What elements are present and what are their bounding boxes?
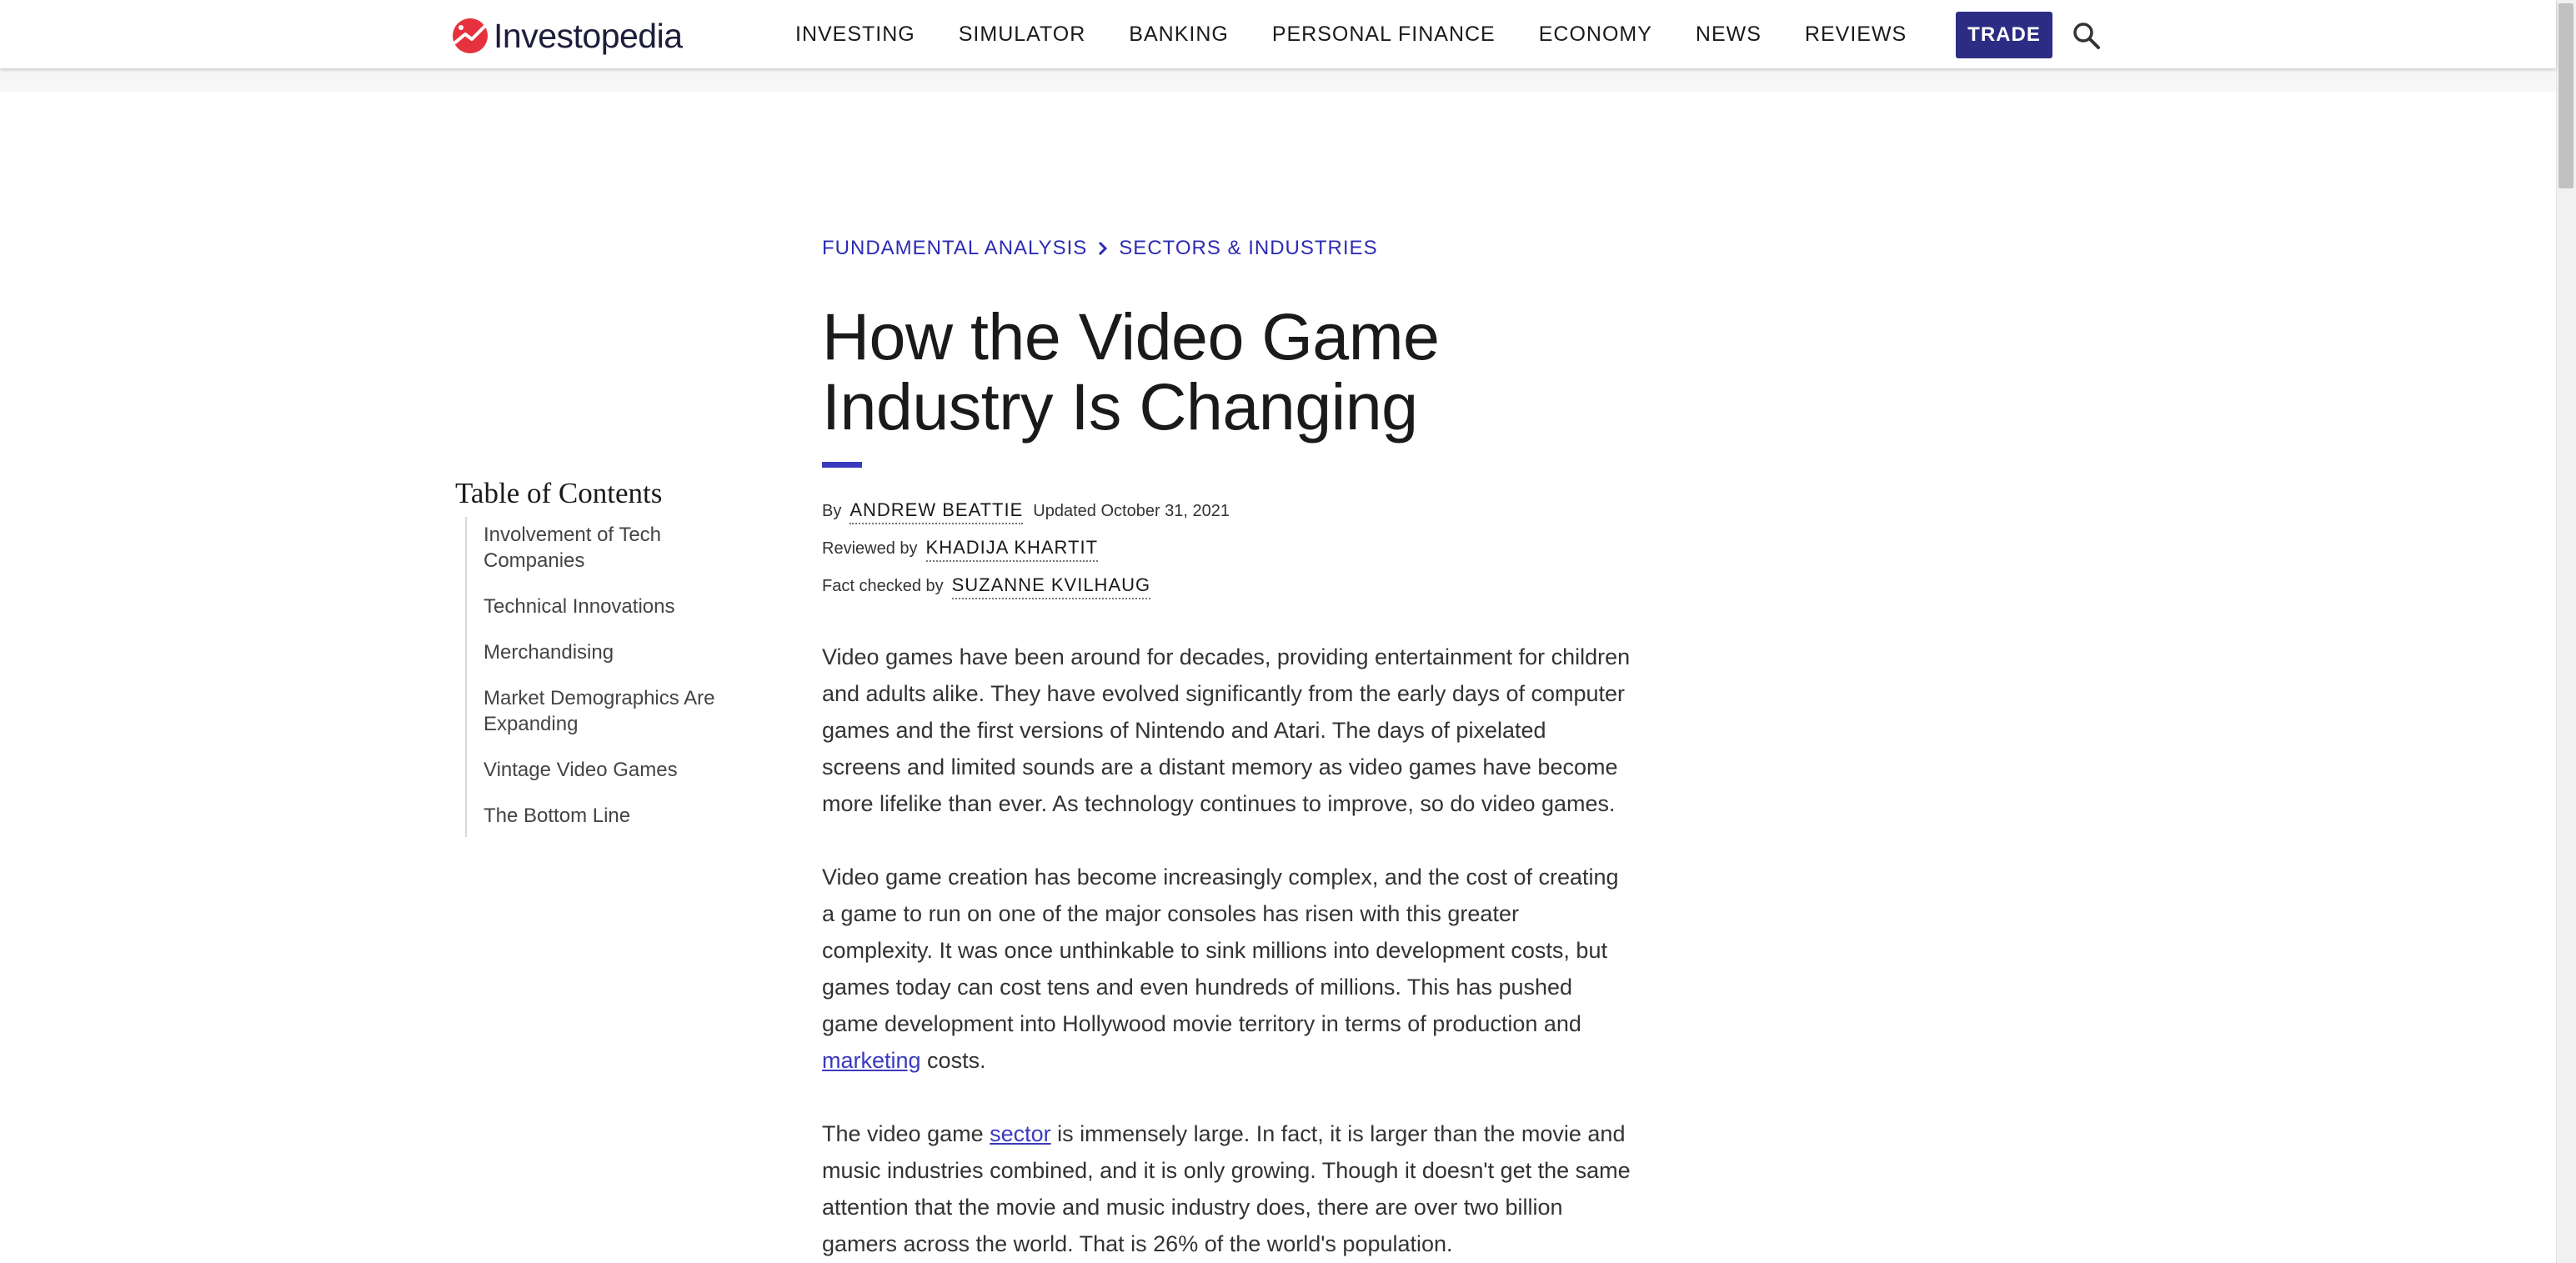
paragraph-text: Video game creation has become increasin… <box>822 865 1619 1036</box>
paragraph-text: The video game <box>822 1121 990 1146</box>
toc-item: Involvement of Tech Companies <box>467 522 742 574</box>
fact-checker-row: Fact checked by SUZANNE KVILHAUG <box>822 568 1631 605</box>
toc-link-merchandising[interactable]: Merchandising <box>484 639 742 665</box>
trade-button[interactable]: TRADE <box>1956 12 2052 58</box>
reviewed-prefix: Reviewed by <box>822 539 918 558</box>
toc-link-bottom-line[interactable]: The Bottom Line <box>484 803 742 829</box>
scrollbar-track[interactable] <box>2556 0 2576 1263</box>
toc-link-tech-companies[interactable]: Involvement of Tech Companies <box>484 522 742 574</box>
fact-checker-link[interactable]: SUZANNE KVILHAUG <box>951 574 1151 599</box>
toc-item: Merchandising <box>467 639 742 665</box>
header-subbar <box>0 68 2556 92</box>
sector-link[interactable]: sector <box>990 1121 1051 1146</box>
toc-item: The Bottom Line <box>467 803 742 829</box>
page-title: How the Video Game Industry Is Changing <box>822 299 1440 444</box>
nav-item-investing[interactable]: INVESTING <box>795 23 915 47</box>
site-header: Investopedia INVESTING SIMULATOR BANKING… <box>0 0 2556 68</box>
paragraph-text: costs. <box>920 1048 986 1073</box>
chevron-right-icon <box>1097 240 1109 257</box>
search-button[interactable] <box>2071 20 2102 52</box>
paragraph: The video game sector is immensely large… <box>822 1115 1631 1262</box>
site-logo[interactable]: Investopedia <box>452 15 683 57</box>
byline: By ANDREW BEATTIE Updated October 31, 20… <box>822 493 1631 605</box>
nav-item-reviews[interactable]: REVIEWS <box>1805 23 1907 47</box>
paragraph: Video games have been around for decades… <box>822 644 1631 816</box>
scrollbar-thumb[interactable] <box>2558 3 2573 188</box>
marketing-link[interactable]: marketing <box>822 1048 921 1073</box>
breadcrumb-fundamental-analysis[interactable]: FUNDAMENTAL ANALYSIS <box>822 237 1087 260</box>
table-of-contents: Involvement of Tech Companies Technical … <box>465 517 742 837</box>
article-body: Video games have been around for decades… <box>822 639 1631 1262</box>
author-row: By ANDREW BEATTIE Updated October 31, 20… <box>822 493 1631 530</box>
main-nav: INVESTING SIMULATOR BANKING PERSONAL FIN… <box>795 0 1950 68</box>
breadcrumb: FUNDAMENTAL ANALYSIS SECTORS & INDUSTRIE… <box>822 233 1631 263</box>
breadcrumb-sectors-industries[interactable]: SECTORS & INDUSTRIES <box>1119 237 1377 260</box>
title-accent-bar <box>822 462 862 468</box>
reviewer-row: Reviewed by KHADIJA KHARTIT <box>822 530 1631 568</box>
reviewer-link[interactable]: KHADIJA KHARTIT <box>925 537 1099 562</box>
nav-item-simulator[interactable]: SIMULATOR <box>959 23 1086 47</box>
logo-text: Investopedia <box>494 16 683 55</box>
author-link[interactable]: ANDREW BEATTIE <box>849 499 1024 524</box>
search-icon <box>2073 23 2100 49</box>
by-prefix: By <box>822 502 842 520</box>
updated-date: Updated October 31, 2021 <box>1033 502 1230 520</box>
toc-item: Market Demographics Are Expanding <box>467 685 742 737</box>
nav-item-banking[interactable]: BANKING <box>1129 23 1229 47</box>
page: Investopedia INVESTING SIMULATOR BANKING… <box>0 0 2576 1263</box>
toc-link-market-demographics[interactable]: Market Demographics Are Expanding <box>484 685 742 737</box>
toc-item: Technical Innovations <box>467 594 742 619</box>
nav-item-personal-finance[interactable]: PERSONAL FINANCE <box>1272 23 1496 47</box>
nav-item-news[interactable]: NEWS <box>1696 23 1762 47</box>
toc-link-technical-innovations[interactable]: Technical Innovations <box>484 594 742 619</box>
fact-checked-prefix: Fact checked by <box>822 577 944 595</box>
paragraph: Video game creation has become increasin… <box>822 859 1631 1079</box>
toc-title: Table of Contents <box>455 477 663 509</box>
toc-link-vintage-video-games[interactable]: Vintage Video Games <box>484 757 742 783</box>
article: FUNDAMENTAL ANALYSIS SECTORS & INDUSTRIE… <box>822 233 1631 1263</box>
toc-item: Vintage Video Games <box>467 757 742 783</box>
nav-item-economy[interactable]: ECONOMY <box>1539 23 1652 47</box>
investopedia-logo-icon <box>453 18 488 53</box>
